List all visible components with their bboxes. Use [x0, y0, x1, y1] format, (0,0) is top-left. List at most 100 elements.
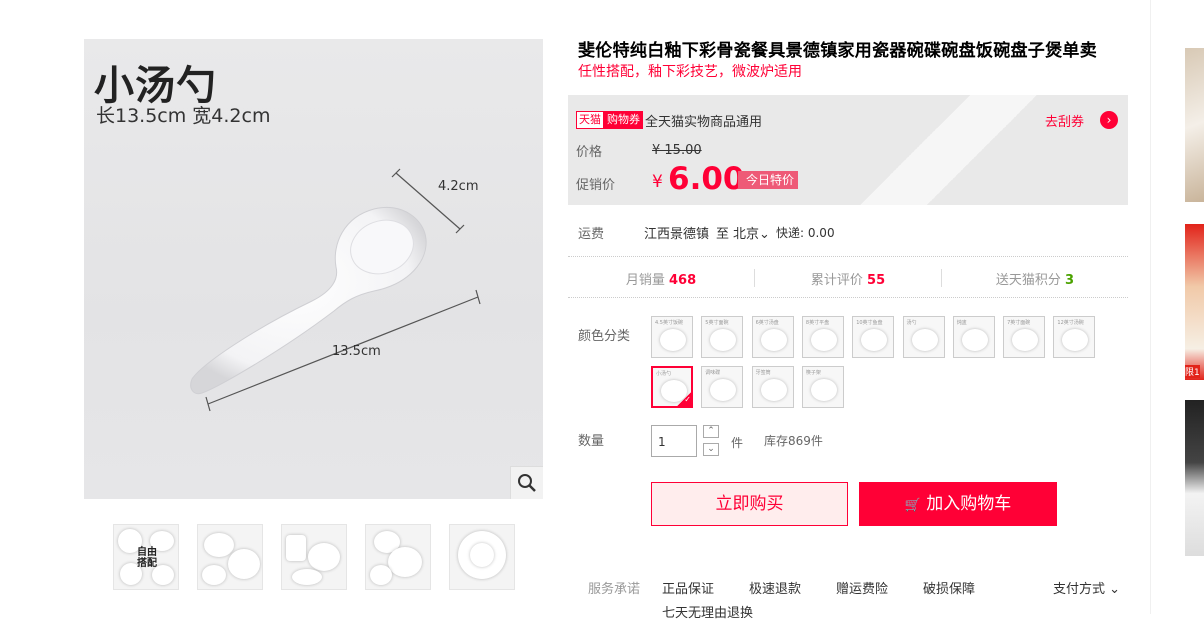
selected-check-icon: ✓: [677, 392, 691, 406]
sku-option-image: [710, 379, 737, 401]
shipping-label: 运费: [578, 227, 605, 242]
sku-option[interactable]: 调味碟: [701, 366, 744, 408]
magnifier-icon: [518, 474, 536, 492]
monthly-sales-value: 468: [669, 273, 697, 288]
sku-option[interactable]: 小汤勺 ✓: [651, 366, 693, 408]
service-damage-guarantee[interactable]: 破损保障: [923, 578, 975, 597]
tmall-points: 送天猫积分 3: [942, 269, 1128, 288]
service-shipping-insurance[interactable]: 赠运费险: [836, 578, 888, 597]
thumbnail-1[interactable]: 自由搭配: [113, 524, 179, 590]
sku-option[interactable]: 汤勺: [902, 316, 945, 358]
sku-option-image: [961, 329, 988, 351]
sku-option-image: [760, 379, 787, 401]
sku-option[interactable]: 5英寸面碗: [701, 316, 744, 358]
quantity-label: 数量: [578, 434, 605, 449]
sku-option[interactable]: 8英寸平盘: [801, 316, 844, 358]
product-title: 斐伦特纯白釉下彩骨瓷餐具景德镇家用瓷器碗碟碗盘饭碗盘子煲单卖: [578, 41, 1097, 61]
sku-option-image: [1062, 329, 1089, 351]
sku-option-label: 4.5英寸饭碗: [655, 320, 683, 326]
sku-option[interactable]: 牙签筒: [751, 366, 794, 408]
quantity-input[interactable]: 1: [651, 425, 697, 457]
sku-option-image: [710, 329, 737, 351]
buy-now-button[interactable]: 立即购买: [651, 482, 848, 526]
quantity-decrease-button[interactable]: ⌄: [703, 443, 719, 456]
tmall-tag: 天猫: [576, 111, 604, 129]
sku-option[interactable]: 12英寸汤碗: [1053, 316, 1096, 358]
sku-option-image: [810, 329, 837, 351]
price-panel: 天猫 购物券 全天猫实物商品通用 去刮券 › 价格 ¥ 15.00 促销价 ¥ …: [568, 95, 1128, 205]
quantity-unit: 件: [731, 436, 744, 450]
shipping-fee: 快递: 0.00: [776, 226, 835, 240]
thumbnail-4[interactable]: [365, 524, 431, 590]
monthly-sales: 月销量 468: [568, 269, 754, 288]
payment-methods-dropdown[interactable]: 支付方式 ⌄: [1053, 578, 1120, 597]
total-reviews[interactable]: 累计评价 55: [755, 269, 941, 288]
currency-symbol: ¥: [652, 172, 663, 192]
stock-count: 库存869件: [764, 434, 823, 448]
service-fast-refund[interactable]: 极速退款: [749, 578, 801, 597]
sku-option-label: 10英寸鱼盘: [856, 320, 883, 326]
sku-option-label: 炖盅: [956, 320, 967, 326]
ship-to-city: 北京: [733, 227, 760, 242]
recommended-item-1[interactable]: [1185, 48, 1204, 202]
sku-option[interactable]: 7英寸面碗: [1003, 316, 1046, 358]
ship-from: 江西景德镇: [644, 227, 710, 242]
sku-option-label: 汤勺: [906, 320, 917, 326]
sku-option-image: [861, 329, 888, 351]
coupon-description: 全天猫实物商品通用: [645, 115, 763, 130]
service-seven-day-return[interactable]: 七天无理由退换: [662, 602, 753, 621]
sku-option-label: 5英寸面碗: [705, 320, 729, 326]
main-product-image[interactable]: 小汤勺 长13.5cm 宽4.2cm 4.2cm 13.5cm: [84, 39, 543, 499]
sku-option-label: 8英寸平盘: [805, 320, 830, 326]
spoon-illustration: [190, 168, 481, 412]
coupon-tag: 购物券: [604, 111, 643, 129]
sku-option-label: 牙签筒: [755, 370, 771, 376]
sku-option[interactable]: 炖盅: [952, 316, 995, 358]
thumbnail-5[interactable]: [449, 524, 515, 590]
points-value: 3: [1065, 273, 1075, 288]
thumbnail-2[interactable]: [197, 524, 263, 590]
price-label: 价格: [576, 145, 603, 160]
service-authentic[interactable]: 正品保证: [662, 578, 714, 597]
sku-options: 4.5英寸饭碗 5英寸面碗 6英寸汤盘 8英寸平盘 10英寸鱼盘 汤勺 炖盅 7英寸面碗 12英…: [651, 316, 1111, 412]
sku-option-image: [810, 379, 837, 401]
sku-option-label: 12英寸汤碗: [1057, 320, 1084, 326]
add-to-cart-button[interactable]: 🛒 加入购物车: [859, 482, 1057, 526]
zoom-button[interactable]: [510, 466, 543, 499]
ship-to-prefix: 至: [716, 227, 730, 242]
chevron-down-icon: ⌄: [759, 227, 770, 242]
promo-price: 6.00: [668, 161, 745, 197]
sku-option[interactable]: 4.5英寸饭碗: [651, 316, 693, 358]
product-subtitle: 任性搭配，釉下彩技艺，微波炉适用: [578, 64, 802, 80]
chevron-down-icon: ⌄: [1109, 582, 1121, 597]
today-special-badge: 今日特价: [738, 171, 799, 189]
service-label: 服务承诺: [588, 582, 641, 597]
sku-option-image: [660, 329, 686, 351]
sku-option-label: 6英寸汤盘: [755, 320, 779, 326]
payment-methods-label: 支付方式: [1053, 582, 1106, 597]
quantity-increase-button[interactable]: ⌃: [703, 425, 719, 438]
sku-option[interactable]: 10英寸鱼盘: [852, 316, 895, 358]
stats-bar: 月销量 468 累计评价 55 送天猫积分 3: [568, 256, 1128, 298]
arrow-right-icon[interactable]: ›: [1100, 111, 1118, 129]
sku-option[interactable]: 筷子架: [801, 366, 844, 408]
recommended-item-3[interactable]: [1185, 400, 1204, 556]
original-price: ¥ 15.00: [652, 143, 702, 158]
sku-option-label: 小汤勺: [656, 371, 672, 377]
sku-option-image: [1012, 329, 1039, 351]
thumbnail-strip: 自由搭配: [113, 524, 523, 590]
points-label: 送天猫积分: [995, 273, 1061, 288]
monthly-sales-label: 月销量: [625, 273, 665, 288]
add-to-cart-label: 加入购物车: [926, 494, 1012, 514]
thumbnail-3[interactable]: [281, 524, 347, 590]
color-class-label: 颜色分类: [578, 329, 631, 344]
ship-to-city-select[interactable]: 北京⌄: [733, 223, 770, 242]
get-coupon-link[interactable]: 去刮券: [1045, 111, 1084, 130]
recommended-item-badge: 限1: [1185, 365, 1200, 378]
recommended-item-2[interactable]: 限1: [1185, 224, 1204, 380]
sku-option-label: 7英寸面碗: [1007, 320, 1031, 326]
width-dimension-label: 4.2cm: [438, 179, 479, 194]
sku-option[interactable]: 6英寸汤盘: [751, 316, 794, 358]
recommendation-strip: 限1: [1150, 0, 1204, 614]
sku-option-label: 筷子架: [805, 370, 821, 376]
